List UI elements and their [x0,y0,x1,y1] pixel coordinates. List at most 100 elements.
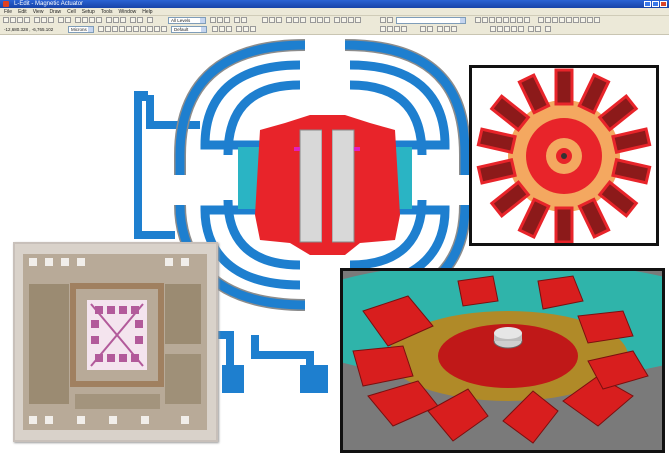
clear-selection-icon[interactable] [528,26,534,32]
find-icon[interactable] [387,17,393,23]
table-icon[interactable] [482,17,488,23]
remove-x-icon[interactable] [504,26,510,32]
save-icon[interactable] [17,17,23,23]
layer-next-icon[interactable] [566,17,572,23]
menu-tools[interactable]: Tools [101,8,113,15]
layer-visible-icon[interactable] [210,17,216,23]
line-thick-icon[interactable] [250,26,256,32]
list-icon[interactable] [496,17,502,23]
zoom-box-icon[interactable] [96,17,102,23]
menu-help[interactable]: Help [142,8,152,15]
layer-pattern-icon[interactable] [552,17,558,23]
zoom-in-icon[interactable] [75,17,81,23]
extract-icon[interactable] [137,17,143,23]
flip-h-icon[interactable] [293,17,299,23]
chart-icon[interactable] [489,17,495,23]
sphere-icon[interactable] [241,17,247,23]
flip-v-icon[interactable] [300,17,306,23]
run-drc-icon[interactable] [437,26,443,32]
attributes-icon[interactable] [427,26,433,32]
deselect-icon[interactable] [535,26,541,32]
hierarchy-icon[interactable] [120,17,126,23]
snap-icon[interactable] [355,17,361,23]
angle-45-icon[interactable] [212,26,218,32]
print-icon[interactable] [24,17,30,23]
torus-tool-icon[interactable] [140,26,146,32]
reset-view-icon[interactable] [545,26,551,32]
clear-x-icon[interactable] [497,26,503,32]
zoom-fit-icon[interactable] [89,17,95,23]
align-left-icon[interactable] [262,17,268,23]
layer-down-icon[interactable] [587,17,593,23]
line-thin-icon[interactable] [236,26,242,32]
properties-icon[interactable] [420,26,426,32]
pie-tool-icon[interactable] [133,26,139,32]
text-tool-icon[interactable] [161,26,167,32]
zoom-out-icon[interactable] [82,17,88,23]
line-mid-icon[interactable] [243,26,249,32]
boolean-icon[interactable] [334,17,340,23]
circle-tool-icon[interactable] [126,26,132,32]
layer-lock-icon[interactable] [224,17,230,23]
array-icon[interactable] [394,26,400,32]
angle-any-icon[interactable] [226,26,232,32]
grid-toggle-icon[interactable] [380,26,386,32]
angle-90-icon[interactable] [219,26,225,32]
menu-window[interactable]: Window [119,8,137,15]
copy-icon[interactable] [41,17,47,23]
layer-up-icon[interactable] [580,17,586,23]
merge-icon[interactable] [310,17,316,23]
menu-file[interactable]: File [4,8,12,15]
menu-view[interactable]: View [33,8,44,15]
run-ext-icon[interactable] [444,26,450,32]
unhighlight-icon[interactable] [518,26,524,32]
layer-color-icon[interactable] [559,17,565,23]
layer-prev-icon[interactable] [573,17,579,23]
redo-icon[interactable] [65,17,71,23]
close-button[interactable] [660,1,667,7]
stop-icon[interactable] [517,17,523,23]
align-center-icon[interactable] [269,17,275,23]
grid-icon[interactable] [348,17,354,23]
port-tool-icon[interactable] [147,26,153,32]
layer-fill-icon[interactable] [538,17,544,23]
undo-icon[interactable] [58,17,64,23]
graph-icon[interactable] [475,17,481,23]
wire-tool-icon[interactable] [119,26,125,32]
navigate-icon[interactable] [380,17,386,23]
select-tool-icon[interactable] [98,26,104,32]
maximize-button[interactable] [652,1,659,7]
palette-icon[interactable] [234,17,240,23]
map-icon[interactable] [503,17,509,23]
delete-x-icon[interactable] [490,26,496,32]
probe-icon[interactable] [510,17,516,23]
open-folder-icon[interactable] [10,17,16,23]
style-select[interactable]: Default [171,26,207,33]
ruler-tool-icon[interactable] [154,26,160,32]
duplicate-icon[interactable] [401,26,407,32]
move-icon[interactable] [387,26,393,32]
polygon-tool-icon[interactable] [112,26,118,32]
instance-icon[interactable] [113,17,119,23]
box-tool-icon[interactable] [105,26,111,32]
rotate-icon[interactable] [286,17,292,23]
grow-icon[interactable] [324,17,330,23]
layer-hide-icon[interactable] [217,17,223,23]
paste-icon[interactable] [48,17,54,23]
minimize-button[interactable] [644,1,651,7]
highlight-icon[interactable] [511,26,517,32]
cell-icon[interactable] [106,17,112,23]
run-icon[interactable] [524,17,530,23]
ruler-icon[interactable] [341,17,347,23]
cut-icon[interactable] [34,17,40,23]
menu-edit[interactable]: Edit [18,8,27,15]
layer-outline-icon[interactable] [545,17,551,23]
drc-icon[interactable] [130,17,136,23]
help-icon[interactable] [147,17,153,23]
search-input[interactable] [396,17,466,24]
layer-top-icon[interactable] [594,17,600,23]
run-lvs-icon[interactable] [451,26,457,32]
menu-setup[interactable]: Setup [82,8,95,15]
menu-draw[interactable]: Draw [49,8,61,15]
new-file-icon[interactable] [3,17,9,23]
